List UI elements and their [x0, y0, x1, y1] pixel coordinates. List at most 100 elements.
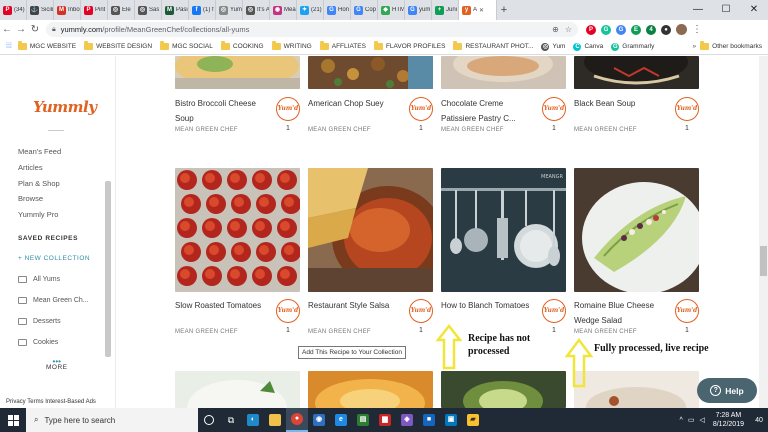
recipe-image-slow-roasted-tomatoes[interactable]	[175, 168, 300, 292]
app-icon-1[interactable]: ◐	[242, 408, 264, 432]
volume-icon[interactable]: ◁	[699, 416, 704, 424]
sidebar-item-yummly-pro[interactable]: Yummly Pro	[18, 210, 58, 219]
recipe-title[interactable]: American Chop Suey	[308, 96, 404, 111]
app-icon-8[interactable]: ▰	[462, 408, 484, 432]
sidebar-item-browse[interactable]: Browse	[18, 194, 43, 203]
collection-item-desserts[interactable]: Desserts	[18, 318, 61, 325]
taskbar-search-input[interactable]: ⌕ Type here to search	[26, 408, 198, 432]
recipe-image-black-bean-soup[interactable]	[574, 56, 699, 89]
browser-tab[interactable]: ◎ Sas	[135, 0, 162, 20]
browser-tab[interactable]: ◎ Ele	[108, 0, 135, 20]
yum-button[interactable]: Yum'd	[276, 97, 300, 121]
recipe-image-row3-2[interactable]	[308, 371, 433, 408]
new-tab-button[interactable]: +	[497, 0, 511, 20]
sidebar-item-plan-shop[interactable]: Plan & Shop	[18, 179, 60, 188]
yum-button[interactable]: Yum'd	[542, 299, 566, 323]
apps-grid-icon[interactable]: ⁞⁞⁞	[6, 43, 12, 50]
recipe-title[interactable]: Bistro Broccoli Cheese Soup	[175, 96, 271, 126]
other-bookmarks[interactable]: Other bookmarks	[700, 41, 762, 50]
recipe-image-blanch-tomatoes[interactable]: MEANGR	[441, 168, 566, 292]
bookmark-item[interactable]: WRITING	[271, 41, 312, 50]
file-explorer-icon[interactable]	[264, 408, 286, 432]
yum-button[interactable]: Yum'd	[276, 299, 300, 323]
browser-tab[interactable]: M Pasi	[162, 0, 189, 20]
back-arrow-icon[interactable]: ←	[0, 24, 14, 35]
taskbar-clock[interactable]: 7:28 AM 8/12/2019	[713, 411, 744, 429]
reload-icon[interactable]: ↻	[28, 24, 42, 35]
browser-tab[interactable]: ◎ Yum	[216, 0, 243, 20]
bookmark-item[interactable]: RESTAURANT PHOT...	[453, 41, 533, 50]
app-icon-7[interactable]: ▣	[440, 408, 462, 432]
recipe-author[interactable]: MEAN GREEN CHEF	[574, 329, 637, 335]
browser-tab[interactable]: P Pint	[81, 0, 108, 20]
sidebar-item-articles[interactable]: Articles	[18, 163, 43, 172]
app-icon-4[interactable]: ▆	[374, 408, 396, 432]
minimize-button[interactable]: —	[684, 0, 712, 20]
app-icon-3[interactable]: ▤	[352, 408, 374, 432]
extension-icon[interactable]: ●	[661, 24, 671, 35]
recipe-image-wedge-salad[interactable]	[574, 168, 699, 292]
recipe-author[interactable]: MEAN GREEN CHEF	[308, 127, 371, 133]
task-view-icon[interactable]: ⧉	[220, 408, 242, 432]
browser-tab[interactable]: y A ✕	[459, 0, 497, 20]
page-scrollbar-thumb[interactable]	[760, 246, 767, 276]
extension-icon[interactable]: 4	[646, 24, 656, 35]
browser-tab[interactable]: M Inbo	[54, 0, 81, 20]
bookmark-item[interactable]: G Grammarly	[611, 42, 654, 51]
bookmark-item[interactable]: WEBSITE DESIGN	[84, 41, 152, 50]
help-button[interactable]: ? Help	[697, 378, 757, 403]
browser-tab[interactable]: ◆ HTM	[378, 0, 405, 20]
sidebar-scrollbar[interactable]	[105, 181, 111, 357]
bookmark-item[interactable]: MGC SOCIAL	[160, 41, 213, 50]
address-bar[interactable]: 🔒︎ yummly.com/profile/MeanGreenChef/coll…	[46, 22, 578, 37]
app-icon-6[interactable]: ■	[418, 408, 440, 432]
chrome-taskbar-icon[interactable]: ●	[286, 408, 308, 432]
zoom-icon[interactable]: ⊕	[552, 25, 559, 34]
bookmarks-overflow-icon[interactable]: »	[693, 43, 697, 50]
edge-icon[interactable]: e	[330, 408, 352, 432]
more-button[interactable]: ••• MORE	[46, 358, 68, 372]
browser-tab[interactable]: + Juni	[432, 0, 459, 20]
app-icon-2[interactable]: ◉	[308, 408, 330, 432]
extension-icon[interactable]: P	[586, 24, 596, 35]
yum-button[interactable]: Yum'd	[542, 97, 566, 121]
recipe-author[interactable]: MEAN GREEN CHEF	[175, 127, 238, 133]
recipe-image-chop-suey[interactable]	[308, 56, 433, 89]
page-scrollbar[interactable]	[759, 56, 768, 408]
tray-chevron-icon[interactable]: ^	[680, 417, 683, 424]
bookmark-item[interactable]: ◎ Yum	[541, 42, 565, 51]
extension-icon[interactable]: G	[616, 24, 626, 35]
recipe-title[interactable]: Romaine Blue Cheese Wedge Salad	[574, 298, 670, 328]
recipe-title[interactable]: Restaurant Style Salsa	[308, 298, 404, 313]
browser-tab[interactable]: G Cop	[351, 0, 378, 20]
bookmark-item[interactable]: C Canva	[573, 42, 603, 51]
maximize-button[interactable]: ☐	[712, 0, 740, 20]
browser-tab[interactable]: P (34)	[0, 0, 27, 20]
browser-tab[interactable]: Gyum	[405, 0, 432, 20]
notification-center-icon[interactable]: 40	[750, 408, 768, 432]
sidebar-item-feed[interactable]: Mean's Feed	[18, 147, 61, 156]
bookmark-item[interactable]: AFFLIATES	[319, 41, 366, 50]
new-collection-button[interactable]: + NEW COLLECTION	[18, 255, 90, 262]
bookmark-item[interactable]: FLAVOR PROFILES	[373, 41, 445, 50]
close-window-button[interactable]: ✕	[740, 0, 768, 20]
yum-button[interactable]: Yum'd	[409, 299, 433, 323]
browser-tab[interactable]: ⚓ Sicili	[27, 0, 54, 20]
recipe-author[interactable]: MEAN GREEN CHEF	[441, 127, 504, 133]
bookmark-star-icon[interactable]: ☆	[565, 25, 572, 34]
collection-item-cookies[interactable]: Cookies	[18, 339, 58, 346]
profile-avatar[interactable]	[676, 24, 687, 35]
browser-tab[interactable]: ◎ It's A	[243, 0, 270, 20]
cortana-icon[interactable]	[198, 408, 220, 432]
yum-button[interactable]: Yum'd	[675, 97, 699, 121]
yum-button[interactable]: Yum'd	[675, 299, 699, 323]
recipe-title[interactable]: Chocolate Creme Patissiere Pastry C...	[441, 96, 537, 126]
collection-item-all-yums[interactable]: All Yums	[18, 276, 60, 283]
recipe-author[interactable]: MEAN GREEN CHEF	[308, 329, 371, 335]
recipe-title[interactable]: Slow Roasted Tomatoes	[175, 298, 271, 313]
yum-button[interactable]: Yum'd	[409, 97, 433, 121]
extension-icon[interactable]: E	[631, 24, 641, 35]
recipe-image-row3-3[interactable]	[441, 371, 566, 408]
bookmark-item[interactable]: MGC WEBSITE	[17, 41, 76, 50]
windows-start-icon[interactable]	[0, 408, 26, 432]
